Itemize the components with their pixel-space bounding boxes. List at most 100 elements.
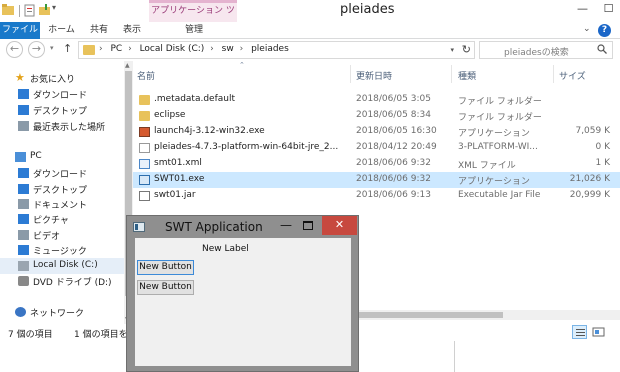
file-name: launch4j-3.12-win32.exe: [154, 126, 265, 136]
nav-item-label: ダウンロード: [33, 170, 88, 180]
recent-locations-dropdown-icon[interactable]: ▾: [50, 44, 54, 52]
file-row[interactable]: swt01.jar 2018/06/06 9:13 Executable Jar F…: [133, 188, 620, 204]
column-divider[interactable]: [350, 65, 351, 83]
nav-item[interactable]: ビデオ: [0, 227, 124, 243]
large-icons-view-icon[interactable]: [591, 325, 606, 339]
nav-item[interactable]: PC: [0, 149, 124, 165]
column-header-type[interactable]: 種類: [458, 69, 476, 82]
status-item-count: 7 個の項目: [8, 330, 53, 340]
swt-application-window: SWT Application — ✕ New Label New Button…: [126, 215, 359, 372]
file-size: 0 K: [595, 142, 611, 152]
music-icon: [18, 245, 29, 255]
maximize-button[interactable]: ☐: [596, 0, 620, 20]
nav-item[interactable]: 最近表示した場所: [0, 118, 124, 134]
file-row[interactable]: launch4j-3.12-win32.exe 2018/06/05 16:30 ア…: [133, 124, 620, 140]
nav-item[interactable]: Local Disk (C:): [0, 258, 124, 274]
file-date: 2018/06/06 9:13: [356, 190, 431, 200]
new-folder-icon[interactable]: [39, 4, 52, 18]
file-size: 1 K: [595, 158, 611, 168]
nav-item[interactable]: ミュージック: [0, 242, 124, 258]
column-divider[interactable]: [553, 65, 554, 83]
nav-item[interactable]: デスクトップ: [0, 102, 124, 118]
new-button-2[interactable]: New Button: [137, 280, 194, 295]
swt-title-bar[interactable]: SWT Application — ✕: [127, 216, 358, 238]
column-header-size[interactable]: サイズ: [559, 69, 586, 82]
search-box[interactable]: pleiadesの検索: [479, 41, 613, 59]
column-divider[interactable]: [451, 65, 452, 83]
navigation-pane: ▲ ▼ ★お気に入りダウンロードデスクトップ最近表示した場所PCダウンロードデス…: [0, 61, 133, 324]
nav-item[interactable]: デスクトップ: [0, 181, 124, 197]
file-type: XML ファイル: [458, 161, 516, 171]
file-date: 2018/06/06 9:32: [356, 174, 431, 184]
tab-home[interactable]: ホーム: [48, 22, 75, 39]
file-row[interactable]: smt01.xml 2018/06/06 9:32 XML ファイル 1 K: [133, 156, 620, 172]
tab-share[interactable]: 共有: [88, 22, 110, 39]
column-header-name[interactable]: 名前: [137, 69, 155, 82]
address-bar[interactable]: › PC › Local Disk (C:) › sw › pleiades ▾…: [78, 41, 475, 59]
nav-item[interactable]: ダウンロード: [0, 86, 124, 102]
help-icon[interactable]: ?: [598, 24, 611, 37]
new-button-1[interactable]: New Button: [137, 260, 194, 275]
ribbon-expand-icon[interactable]: ⌄: [583, 24, 591, 34]
contextual-tab-header: アプリケーション ツール: [149, 0, 237, 33]
file-row[interactable]: SWT01.exe 2018/06/06 9:32 アプリケーション 21,026 K: [133, 172, 620, 188]
quick-access-folder-icon[interactable]: [2, 4, 15, 18]
breadcrumb-pc[interactable]: PC: [110, 44, 122, 54]
tab-file[interactable]: ファイル: [0, 22, 40, 39]
swt-minimize-button[interactable]: —: [280, 218, 292, 232]
nav-item[interactable]: ネットワーク: [0, 304, 124, 320]
nav-item-label: ピクチャ: [33, 216, 69, 226]
file-name: eclipse: [154, 110, 186, 120]
swt-maximize-button[interactable]: [303, 221, 313, 230]
breadcrumb-separator: ›: [239, 44, 244, 54]
file-row[interactable]: pleiades-4.7.3-platform-win-64bit-jre_2.…: [133, 140, 620, 156]
desktop-icon: [18, 184, 29, 194]
swt-close-button[interactable]: ✕: [322, 216, 357, 235]
details-view-icon[interactable]: [572, 325, 587, 339]
downloads-icon: [18, 89, 29, 99]
breadcrumb: › PC › Local Disk (C:) › sw › pleiades: [99, 44, 292, 54]
breadcrumb-pleiades[interactable]: pleiades: [251, 44, 289, 54]
refresh-icon[interactable]: ↻: [462, 43, 471, 56]
column-header-date[interactable]: 更新日時: [356, 69, 392, 82]
file-row[interactable]: .metadata.default 2018/06/05 3:05 ファイル フォル…: [133, 92, 620, 108]
file-icon: [139, 143, 150, 153]
forward-button[interactable]: →: [28, 41, 45, 58]
file-type: ファイル フォルダー: [458, 97, 542, 107]
address-dropdown-icon[interactable]: ▾: [450, 46, 454, 54]
nav-item[interactable]: ピクチャ: [0, 211, 124, 227]
file-date: 2018/06/05 16:30: [356, 126, 437, 136]
file-name: .metadata.default: [154, 94, 236, 104]
breadcrumb-separator: ›: [210, 44, 214, 54]
nav-item-label: 最近表示した場所: [33, 123, 106, 133]
file-row[interactable]: eclipse 2018/06/05 8:34 ファイル フォルダー: [133, 108, 620, 124]
nav-item[interactable]: DVD ドライブ (D:): [0, 273, 124, 289]
breadcrumb-sw[interactable]: sw: [222, 44, 234, 54]
file-name: pleiades-4.7.3-platform-win-64bit-jre_2.…: [154, 142, 339, 152]
pictures-icon: [18, 214, 29, 224]
search-icon[interactable]: [597, 44, 607, 54]
tab-manage[interactable]: 管理: [180, 22, 208, 39]
properties-icon[interactable]: [24, 4, 37, 18]
nav-item-label: デスクトップ: [33, 186, 88, 196]
sort-ascending-icon: ⌃: [239, 61, 245, 69]
quick-access-dropdown-icon[interactable]: ▾: [52, 3, 65, 17]
back-button[interactable]: ←: [6, 41, 23, 58]
xml-file-icon: [139, 159, 150, 169]
folder-icon: [139, 111, 150, 121]
file-date: 2018/06/06 9:32: [356, 158, 431, 168]
folder-icon: [139, 95, 150, 105]
breadcrumb-local-disk[interactable]: Local Disk (C:): [140, 44, 205, 54]
minimize-button[interactable]: —: [570, 0, 595, 20]
nav-item[interactable]: ドキュメント: [0, 196, 124, 212]
address-folder-icon: [83, 45, 95, 55]
nav-item[interactable]: ★ お気に入り: [0, 70, 124, 86]
tab-view[interactable]: 表示: [121, 22, 143, 39]
window-title: pleiades: [340, 2, 395, 17]
search-placeholder: pleiadesの検索: [504, 48, 569, 58]
nav-item-label: PC: [30, 151, 42, 161]
up-arrow-icon[interactable]: ↑: [63, 42, 72, 55]
file-date: 2018/04/12 20:49: [356, 142, 437, 152]
scroll-up-icon[interactable]: ▲: [125, 62, 130, 69]
nav-item[interactable]: ダウンロード: [0, 165, 124, 181]
